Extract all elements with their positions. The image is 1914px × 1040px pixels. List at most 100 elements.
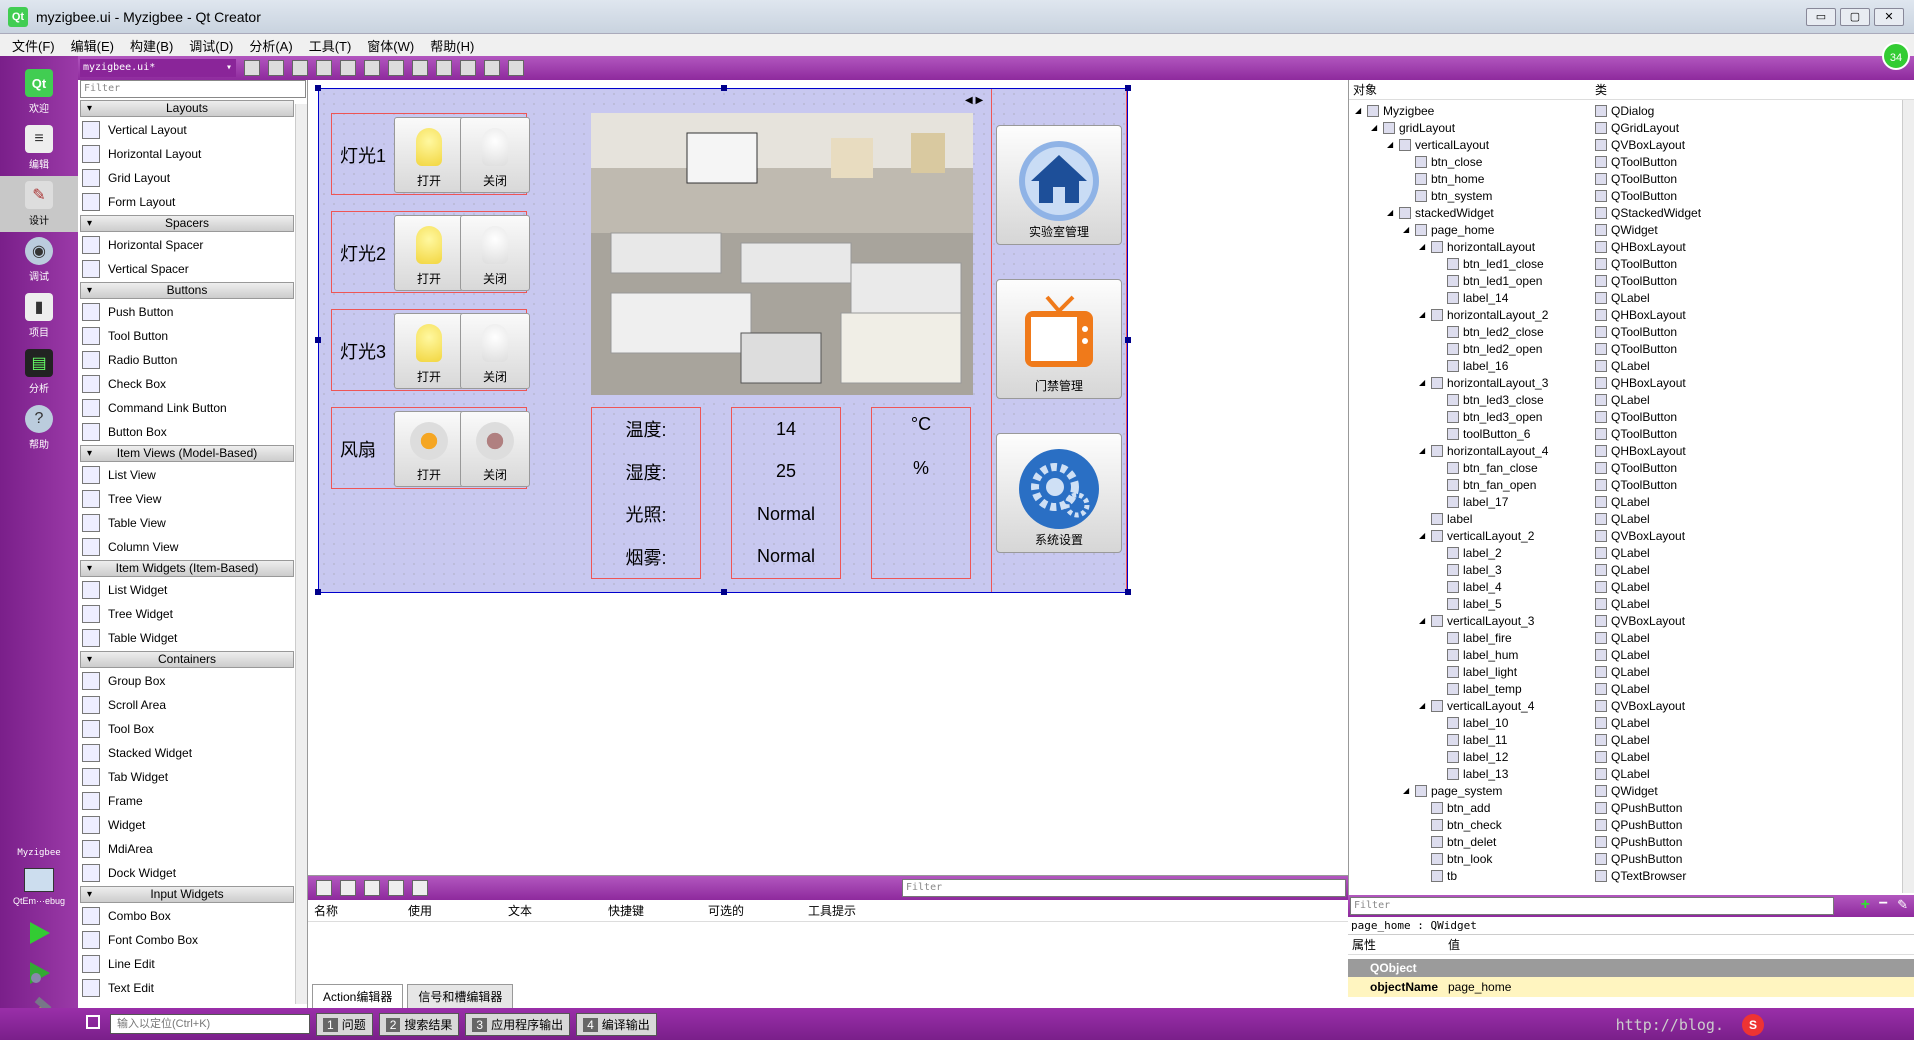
widget-item[interactable]: Horizontal Layout [78,142,296,166]
sidebar-toggle-icon[interactable] [86,1015,100,1029]
tree-row[interactable]: ◢ horizontalLayout_2 QHBoxLayout [1349,306,1914,323]
tree-row[interactable]: label_13 QLabel [1349,765,1914,782]
tree-row[interactable]: ◢ horizontalLayout_3 QHBoxLayout [1349,374,1914,391]
output-tab-compile[interactable]: 4 编译输出 [576,1012,657,1036]
tree-row[interactable]: label_light QLabel [1349,663,1914,680]
widget-category[interactable]: Containers [80,651,294,668]
tree-row[interactable]: ◢ verticalLayout_2 QVBoxLayout [1349,527,1914,544]
tree-row[interactable]: btn_fan_open QToolButton [1349,476,1914,493]
tree-row[interactable]: label_17 QLabel [1349,493,1914,510]
mode-design[interactable]: ✎ 设计 [0,176,78,232]
lab-management-button[interactable]: 实验室管理 [996,125,1122,245]
tree-row[interactable]: btn_close QToolButton [1349,153,1914,170]
tree-row[interactable]: btn_home QToolButton [1349,170,1914,187]
widget-item[interactable]: Group Box [78,669,296,693]
tree-row[interactable]: label_12 QLabel [1349,748,1914,765]
column-header[interactable]: 文本 [508,902,608,919]
widget-item[interactable]: Table Widget [78,626,296,650]
widget-item[interactable]: Scroll Area [78,693,296,717]
delete-action-icon[interactable] [388,880,404,896]
widget-item[interactable]: Tool Box [78,717,296,741]
widget-item[interactable]: Line Edit [78,952,296,976]
tree-row[interactable]: btn_check QPushButton [1349,816,1914,833]
tree-row[interactable]: label_fire QLabel [1349,629,1914,646]
tree-row[interactable]: ◢ gridLayout QGridLayout [1349,119,1914,136]
widget-category[interactable]: Item Views (Model-Based) [80,445,294,462]
adjust-size-icon[interactable] [508,60,524,76]
menu-help[interactable]: 帮助(H) [430,36,474,55]
resize-handle[interactable] [315,85,321,91]
widget-category[interactable]: Spacers [80,215,294,232]
class-column-header[interactable]: 类 [1595,81,1607,98]
expand-arrow-icon[interactable]: ◢ [1419,310,1431,319]
mode-debug[interactable]: ◉ 调试 [0,232,78,288]
tree-row[interactable]: btn_delet QPushButton [1349,833,1914,850]
expand-arrow-icon[interactable]: ◢ [1419,378,1431,387]
widget-item[interactable]: Horizontal Spacer [78,233,296,257]
light-close-button[interactable]: 关闭 [460,117,530,193]
tree-row[interactable]: ◢ verticalLayout_3 QVBoxLayout [1349,612,1914,629]
resize-handle[interactable] [315,337,321,343]
menu-window[interactable]: 窗体(W) [367,36,414,55]
close-button[interactable]: ✕ [1874,8,1904,26]
resize-handle[interactable] [721,85,727,91]
tree-row[interactable]: label_2 QLabel [1349,544,1914,561]
widget-item[interactable]: List View [78,463,296,487]
expand-arrow-icon[interactable]: ◢ [1419,701,1431,710]
project-selector-label[interactable]: Myzigbee [0,848,78,858]
minimize-button[interactable]: ▭ [1806,8,1836,26]
column-header[interactable]: 可选的 [708,902,808,919]
widget-item[interactable]: Combo Box [78,904,296,928]
resize-handle[interactable] [1125,337,1131,343]
tree-row[interactable]: btn_fan_close QToolButton [1349,459,1914,476]
run-icon[interactable] [24,918,54,948]
edit-buddies-icon[interactable] [292,60,308,76]
widget-item[interactable]: Command Link Button [78,396,296,420]
widget-item[interactable]: Stacked Widget [78,741,296,765]
tree-row[interactable]: label_14 QLabel [1349,289,1914,306]
property-column-header[interactable]: 属性 [1348,936,1448,953]
tree-row[interactable]: ◢ horizontalLayout_4 QHBoxLayout [1349,442,1914,459]
widget-item[interactable]: Grid Layout [78,166,296,190]
tree-row[interactable]: btn_led2_close QToolButton [1349,323,1914,340]
layout-horizontal-icon[interactable] [340,60,356,76]
widget-item[interactable]: Radio Button [78,348,296,372]
tree-row[interactable]: ◢ page_system QWidget [1349,782,1914,799]
light-close-button[interactable]: 关闭 [460,215,530,291]
output-tab-app-output[interactable]: 3 应用程序输出 [465,1012,571,1036]
widget-item[interactable]: Frame [78,789,296,813]
tree-row[interactable]: btn_led1_close QToolButton [1349,255,1914,272]
break-layout-icon[interactable] [484,60,500,76]
locator-input[interactable]: 输入以定位(Ctrl+K) [110,1014,310,1034]
objectname-property-row[interactable]: objectName page_home [1348,977,1914,997]
column-header[interactable]: 快捷键 [608,902,708,919]
stacked-nav-arrows[interactable]: ◀ ▶ [965,95,983,106]
new-action-icon[interactable] [316,880,332,896]
widget-item[interactable]: Column View [78,535,296,559]
fan-open-button[interactable]: 打开 [394,411,464,487]
menu-file[interactable]: 文件(F) [12,36,55,55]
menu-tools[interactable]: 工具(T) [309,36,352,55]
tree-row[interactable]: ◢ verticalLayout_4 QVBoxLayout [1349,697,1914,714]
tree-row[interactable]: label_10 QLabel [1349,714,1914,731]
fan-close-button[interactable]: 关闭 [460,411,530,487]
layout-form-icon[interactable] [436,60,452,76]
tree-row[interactable]: label_16 QLabel [1349,357,1914,374]
resize-handle[interactable] [1125,85,1131,91]
expand-arrow-icon[interactable]: ◢ [1403,786,1415,795]
widget-item[interactable]: Button Box [78,420,296,444]
mode-help[interactable]: ? 帮助 [0,400,78,456]
tree-row[interactable]: ◢ verticalLayout QVBoxLayout [1349,136,1914,153]
tree-row[interactable]: btn_system QToolButton [1349,187,1914,204]
mode-welcome[interactable]: Qt 欢迎 [0,64,78,120]
tree-row[interactable]: tb QTextBrowser [1349,867,1914,884]
add-property-icon[interactable]: + [1861,896,1870,914]
tree-row[interactable]: ◢ stackedWidget QStackedWidget [1349,204,1914,221]
widget-category[interactable]: Input Widgets [80,886,294,903]
tab-action-editor[interactable]: Action编辑器 [312,984,404,1008]
widget-item[interactable]: List Widget [78,578,296,602]
tree-row[interactable]: label_4 QLabel [1349,578,1914,595]
widget-category[interactable]: Layouts [80,100,294,117]
expand-arrow-icon[interactable]: ◢ [1419,446,1431,455]
widget-item[interactable]: Tab Widget [78,765,296,789]
